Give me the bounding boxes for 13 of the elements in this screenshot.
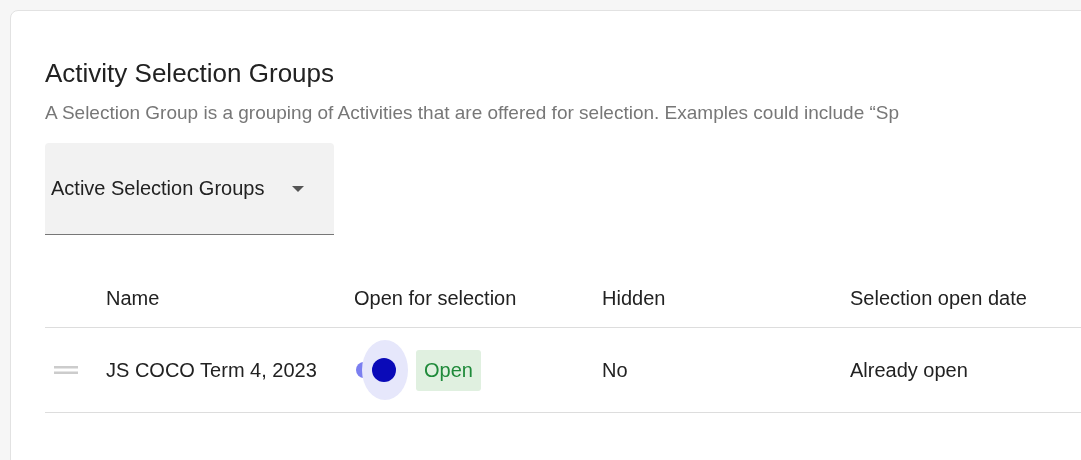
column-header: Name (106, 287, 161, 310)
status-badge: Open (416, 349, 481, 391)
column-header: Open for selection (354, 287, 518, 310)
table-cell: Already open (850, 358, 968, 382)
table-cell: No (602, 358, 628, 382)
column-header: Hidden (602, 287, 667, 310)
table-cell: JS COCO Term 4, 2023 (106, 358, 317, 382)
caret-icon (292, 185, 305, 192)
section-title: Activity Selection Groups (45, 57, 335, 89)
drag-handle-icon[interactable] (54, 366, 78, 374)
section-description: A Selection Group is a grouping of Activities that are offered for selection. Examples could include “Sp (45, 101, 901, 125)
column-header: Selection open date (850, 287, 1028, 310)
filter-dropdown[interactable]: Active Selection Groups (45, 143, 334, 235)
